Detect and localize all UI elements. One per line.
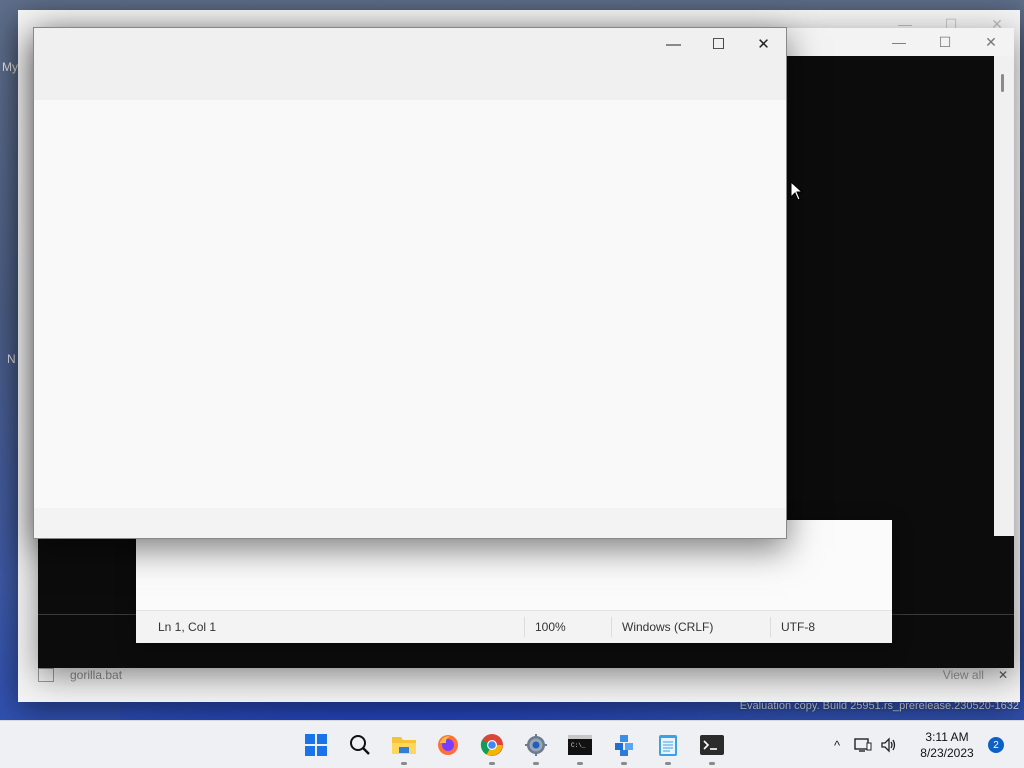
taskbar-apps: C:\_ (294, 721, 734, 768)
package-taskbar-button[interactable] (602, 723, 646, 767)
firefox-taskbar-button[interactable] (426, 723, 470, 767)
maximize-icon: ☐ (711, 36, 726, 53)
clock-time: 3:11 AM (925, 730, 969, 744)
status-zoom: 100% (524, 617, 611, 637)
close-icon[interactable]: ✕ (998, 668, 1008, 682)
running-indicator (665, 762, 671, 765)
volume-button[interactable] (876, 729, 902, 761)
close-icon: ✕ (985, 33, 997, 50)
blank-window-content[interactable] (34, 100, 786, 508)
terminal-taskbar-button[interactable] (690, 723, 734, 767)
running-indicator (533, 762, 539, 765)
svg-text:C:\_: C:\_ (571, 742, 586, 749)
terminal-caption-buttons: — ☐ ✕ (876, 28, 1014, 56)
minimize-icon: — (666, 35, 681, 53)
notepad-statusbar: Ln 1, Col 1 100% Windows (CRLF) UTF-8 (136, 610, 892, 643)
folder-icon (392, 737, 416, 754)
taskbar: C:\_ ^ 3:11 AM 8/23/2023 2 (0, 720, 1024, 768)
terminal-maximize-button[interactable]: ☐ (922, 28, 968, 56)
close-icon: ✕ (757, 36, 770, 53)
running-indicator (401, 762, 407, 765)
terminal-close-button[interactable]: ✕ (968, 28, 1014, 56)
view-all-link[interactable]: View all (943, 668, 984, 682)
scrollbar-thumb[interactable] (1001, 74, 1004, 92)
chrome-icon (480, 734, 503, 756)
system-tray: ^ 3:11 AM 8/23/2023 2 (824, 721, 1024, 768)
terminal-minimize-button[interactable]: — (876, 28, 922, 56)
show-hidden-icons-button[interactable]: ^ (824, 729, 850, 761)
minimize-button[interactable]: — (651, 28, 696, 60)
minimize-icon: — (892, 34, 906, 50)
cmd-taskbar-button[interactable]: C:\_ (558, 723, 602, 767)
maximize-button[interactable]: ☐ (696, 28, 741, 60)
blank-app-window[interactable]: — ☐ ✕ (33, 27, 787, 539)
settings-taskbar-button[interactable] (514, 723, 558, 767)
close-button[interactable]: ✕ (741, 28, 786, 60)
download-filename[interactable]: gorilla.bat (70, 668, 122, 682)
desktop-icon-label-my: My (2, 60, 18, 74)
file-explorer-taskbar-button[interactable] (382, 723, 426, 767)
search-button[interactable] (338, 723, 382, 767)
status-line-ending: Windows (CRLF) (611, 617, 770, 637)
chrome-taskbar-button[interactable] (470, 723, 514, 767)
firefox-icon (438, 735, 458, 755)
running-indicator (621, 762, 627, 765)
terminal-scrollbar[interactable] (994, 56, 1014, 536)
search-icon (350, 735, 370, 755)
terminal-icon (700, 735, 724, 755)
blank-window-titlebar[interactable]: — ☐ ✕ (34, 28, 786, 100)
status-encoding: UTF-8 (770, 617, 881, 637)
windows-logo-icon (305, 734, 327, 756)
desktop-icon-label-n: N (7, 352, 16, 366)
blank-window-footer (34, 508, 786, 538)
mouse-cursor-icon (790, 181, 804, 201)
start-button[interactable] (294, 723, 338, 767)
file-icon (38, 668, 54, 682)
blank-window-caption-buttons: — ☐ ✕ (651, 28, 786, 60)
desktop: My N Evaluation copy. Build 25951.rs_pre… (0, 0, 1024, 768)
speaker-icon (881, 737, 896, 753)
clock[interactable]: 3:11 AM 8/23/2023 (912, 729, 982, 761)
gear-icon (525, 734, 547, 756)
chevron-up-icon: ^ (833, 737, 841, 753)
status-position: Ln 1, Col 1 (158, 620, 217, 634)
maximize-icon: ☐ (938, 33, 952, 50)
clock-date: 8/23/2023 (920, 746, 974, 760)
network-icon (854, 738, 872, 752)
network-button[interactable] (850, 729, 876, 761)
notification-badge[interactable]: 2 (988, 737, 1004, 753)
running-indicator (709, 762, 715, 765)
cmd-icon: C:\_ (568, 735, 592, 755)
cubes-icon (615, 735, 633, 756)
running-indicator (577, 762, 583, 765)
running-indicator (489, 762, 495, 765)
notepad-icon (659, 735, 677, 756)
notepad-taskbar-button[interactable] (646, 723, 690, 767)
